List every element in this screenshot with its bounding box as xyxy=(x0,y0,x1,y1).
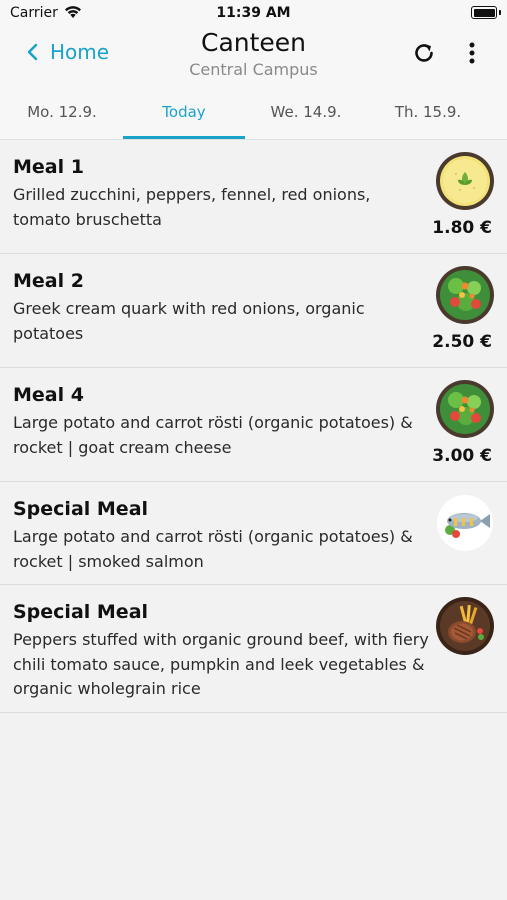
battery-icon xyxy=(471,6,501,19)
tab-wednesday[interactable]: We. 14.9. xyxy=(246,84,366,140)
meal-price: 3.00 € xyxy=(432,446,492,466)
salad-bowl-icon xyxy=(436,266,494,324)
meal-item[interactable]: Meal 2 Greek cream quark with red onions… xyxy=(0,254,507,368)
active-tab-indicator xyxy=(123,136,245,139)
salad-bowl-icon xyxy=(436,380,494,438)
refresh-icon[interactable] xyxy=(411,40,437,66)
back-button-label: Home xyxy=(50,40,110,64)
steak-fries-icon xyxy=(436,597,494,655)
meal-item[interactable]: Special Meal Peppers stuffed with organi… xyxy=(0,585,507,713)
status-bar: Carrier 11:39 AM xyxy=(0,0,507,28)
meal-name: Special Meal xyxy=(13,601,149,623)
meal-name: Meal 4 xyxy=(13,384,84,406)
back-button[interactable]: Home xyxy=(24,40,109,64)
meal-price: 1.80 € xyxy=(432,218,492,238)
meal-description: Greek cream quark with red onions, organ… xyxy=(13,299,365,343)
meal-description: Grilled zucchini, peppers, fennel, red o… xyxy=(13,185,371,229)
fish-plate-icon xyxy=(437,495,493,551)
meal-item[interactable]: Special Meal Large potato and carrot rös… xyxy=(0,482,507,585)
meal-price: 2.50 € xyxy=(432,332,492,352)
clock: 11:39 AM xyxy=(216,5,291,21)
meal-item[interactable]: Meal 1 Grilled zucchini, peppers, fennel… xyxy=(0,140,507,254)
meal-item[interactable]: Meal 4 Large potato and carrot rösti (or… xyxy=(0,368,507,482)
chevron-left-icon xyxy=(27,43,38,61)
meal-name: Meal 1 xyxy=(13,156,84,178)
tab-today[interactable]: Today xyxy=(124,84,244,140)
meal-name: Special Meal xyxy=(13,498,149,520)
soup-bowl-icon xyxy=(436,152,494,210)
meal-description: Large potato and carrot rösti (organic p… xyxy=(13,527,413,571)
more-options-icon[interactable] xyxy=(462,40,482,66)
tab-thursday[interactable]: Th. 15.9. xyxy=(368,84,488,140)
tab-monday[interactable]: Mo. 12.9. xyxy=(2,84,122,140)
navigation-bar: Canteen Central Campus Home xyxy=(0,28,507,84)
meal-list: Meal 1 Grilled zucchini, peppers, fennel… xyxy=(0,140,507,713)
meal-description: Peppers stuffed with organic ground beef… xyxy=(13,630,429,698)
meal-description: Large potato and carrot rösti (organic p… xyxy=(13,413,413,457)
day-tabs: Mo. 12.9. Today We. 14.9. Th. 15.9. xyxy=(0,84,507,140)
meal-name: Meal 2 xyxy=(13,270,84,292)
